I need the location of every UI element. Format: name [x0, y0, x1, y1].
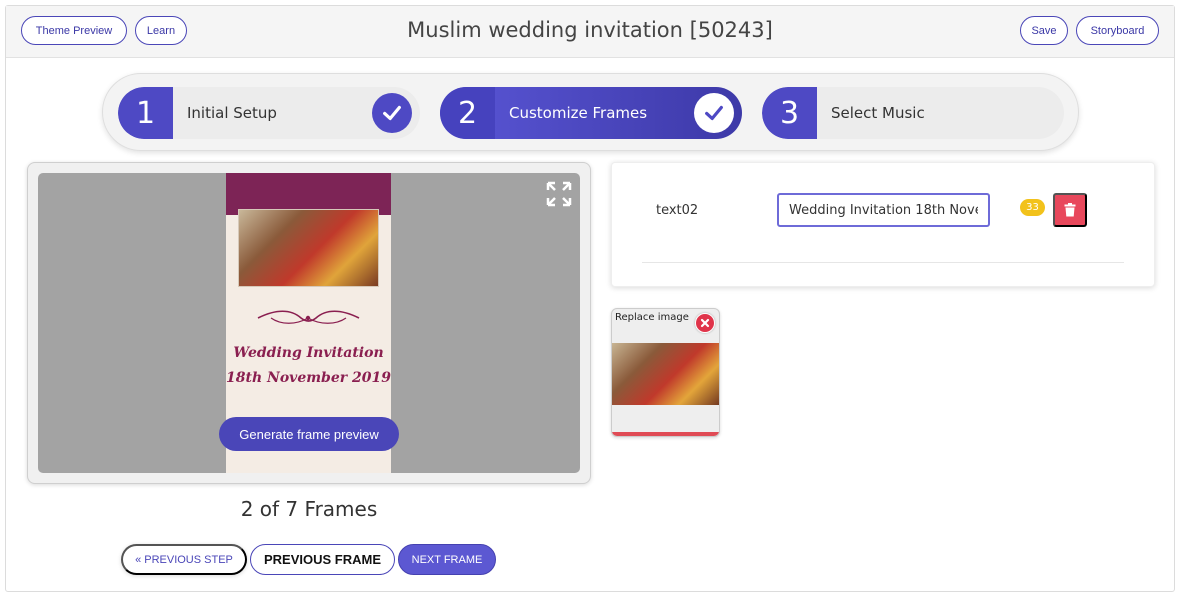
step-label: Select Music — [831, 104, 925, 122]
text-field-input[interactable] — [777, 193, 990, 227]
check-icon — [372, 93, 412, 133]
frame-preview-panel: Wedding Invitation 18th November 2019 Ge… — [27, 162, 591, 484]
save-button[interactable]: Save — [1020, 16, 1068, 45]
step-select-music[interactable]: 3 Select Music — [762, 87, 1064, 139]
image-status-bar — [612, 432, 719, 436]
editor-window: Theme Preview Learn Muslim wedding invit… — [5, 5, 1175, 592]
replace-image-card[interactable]: Replace image — [611, 308, 720, 437]
frame-counter: 2 of 7 Frames — [240, 497, 378, 521]
previous-step-button[interactable]: « PREVIOUS STEP — [121, 544, 247, 575]
replace-image-label: Replace image — [615, 312, 689, 323]
trash-icon — [1064, 203, 1076, 217]
check-icon — [694, 93, 734, 133]
previous-frame-button[interactable]: PREVIOUS FRAME — [250, 544, 395, 575]
char-count-badge: 33 — [1020, 199, 1045, 216]
storyboard-button[interactable]: Storyboard — [1076, 16, 1159, 45]
step-number: 2 — [440, 87, 495, 139]
text-field-card: text02 33 — [611, 162, 1155, 287]
frame-photo — [238, 209, 379, 287]
step-customize-frames[interactable]: 2 Customize Frames — [440, 87, 742, 139]
delete-text-button[interactable] — [1053, 193, 1087, 227]
invite-title-text: Wedding Invitation — [233, 345, 384, 361]
step-number: 1 — [118, 87, 173, 139]
generate-frame-preview-button[interactable]: Generate frame preview — [219, 417, 399, 451]
remove-image-icon[interactable] — [695, 313, 715, 333]
image-thumbnail[interactable] — [612, 343, 719, 405]
text-field-name: text02 — [656, 203, 699, 218]
next-frame-button[interactable]: NEXT FRAME — [398, 544, 496, 575]
top-bar: Theme Preview Learn Muslim wedding invit… — [6, 6, 1174, 58]
double-chevron-left-icon: « — [135, 553, 142, 566]
preview-stage: Wedding Invitation 18th November 2019 Ge… — [38, 173, 580, 473]
ornament-divider — [257, 310, 360, 324]
fullscreen-icon[interactable] — [546, 181, 572, 207]
step-number: 3 — [762, 87, 817, 139]
invite-date-text: 18th November 2019 — [226, 370, 391, 386]
step-initial-setup[interactable]: 1 Initial Setup — [118, 87, 420, 139]
previous-step-label: PREVIOUS STEP — [144, 553, 233, 566]
step-label: Initial Setup — [187, 104, 277, 122]
step-label: Customize Frames — [509, 104, 648, 122]
wizard-stepper: 1 Initial Setup 2 Customize Frames 3 Sel… — [102, 73, 1079, 151]
divider — [642, 262, 1124, 263]
page-title: Muslim wedding invitation [50243] — [407, 18, 773, 42]
